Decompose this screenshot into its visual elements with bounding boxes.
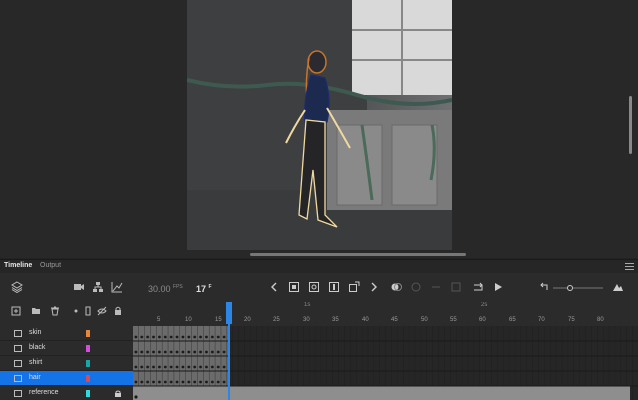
undo-zoom-icon[interactable] (538, 281, 550, 293)
stage-area[interactable] (0, 0, 638, 258)
layer-type-icon (14, 375, 22, 382)
new-folder-icon[interactable] (31, 306, 41, 316)
fps-value: 30.00 (148, 284, 171, 294)
zoom-slider[interactable] (553, 285, 603, 291)
ruler-frame-label: 70 (538, 317, 545, 323)
layers-icon[interactable] (11, 281, 23, 293)
layer-name: hair (29, 374, 41, 381)
current-frame-value: 17 (196, 284, 207, 294)
layer-type-icon (14, 330, 22, 337)
current-frame-readout[interactable]: 17 F (196, 284, 212, 294)
layer-hierarchy-icon[interactable] (92, 281, 104, 293)
layer-color-swatch[interactable] (86, 375, 90, 382)
layer-color-swatch[interactable] (86, 360, 90, 367)
layer-name: shirt (29, 359, 43, 366)
ruler-frame-label: 20 (244, 317, 251, 323)
ruler-frame-label: 60 (479, 317, 486, 323)
stage-canvas[interactable] (187, 0, 452, 250)
edit-multiple-frames-icon (451, 282, 461, 292)
insert-keyframe-icon[interactable] (288, 281, 300, 293)
current-frame-unit: F (208, 284, 212, 290)
ruler-frame-label: 55 (450, 317, 457, 323)
frame-cells[interactable] (133, 326, 638, 400)
ruler-frame-label: 45 (391, 317, 398, 323)
onion-range-icon (432, 286, 440, 288)
layer-header (0, 304, 133, 318)
frame-grid[interactable]: 1s 2s 5 10 15 20 25 30 35 40 45 50 55 60… (133, 302, 638, 400)
camera-icon[interactable] (73, 281, 85, 293)
layer-name: reference (29, 389, 59, 396)
layer-list: skin black shirt hair reference (0, 326, 133, 400)
play-icon[interactable] (492, 281, 504, 293)
ruler-frame-label: 75 (568, 317, 575, 323)
frame-ruler[interactable]: 1s 2s 5 10 15 20 25 30 35 40 45 50 55 60… (133, 302, 638, 326)
visibility-icon[interactable] (97, 306, 107, 316)
ruler-frame-label: 80 (597, 317, 604, 323)
delete-icon[interactable] (50, 306, 60, 316)
next-keyframe-icon[interactable] (368, 281, 380, 293)
ruler-frame-label: 40 (362, 317, 369, 323)
playhead-handle[interactable] (226, 302, 232, 324)
prev-keyframe-icon[interactable] (268, 281, 280, 293)
fps-readout[interactable]: 30.00 FPS (148, 284, 183, 294)
layer-color-swatch[interactable] (86, 330, 90, 337)
panel-menu-icon[interactable] (625, 261, 634, 270)
layer-color-swatch[interactable] (86, 390, 90, 397)
onion-outline-icon (411, 282, 421, 292)
reference-photo (187, 0, 452, 250)
insert-blank-keyframe-icon[interactable] (308, 281, 320, 293)
onion-skin-icon[interactable] (390, 281, 402, 293)
panel-tabs: Timeline Output (0, 260, 638, 273)
stage-vertical-scrollbar[interactable] (629, 96, 632, 154)
layer-row-black[interactable]: black (0, 341, 133, 356)
ruler-frame-label: 50 (421, 317, 428, 323)
ruler-second-label: 2s (481, 302, 488, 308)
layer-name: skin (29, 329, 42, 336)
loop-icon[interactable] (472, 281, 484, 293)
ruler-frame-label: 35 (332, 317, 339, 323)
graph-icon[interactable] (111, 281, 123, 293)
ruler-frame-label: 15 (215, 317, 222, 323)
stage-horizontal-scrollbar[interactable] (250, 253, 466, 256)
layer-row-skin[interactable]: skin (0, 326, 133, 341)
layer-type-icon (14, 345, 22, 352)
ruler-frame-label: 25 (273, 317, 280, 323)
tab-output[interactable]: Output (40, 262, 61, 269)
layer-type-icon (14, 390, 22, 397)
layer-row-hair[interactable]: hair (0, 371, 133, 386)
tab-timeline[interactable]: Timeline (4, 262, 32, 269)
ruler-second-label: 1s (304, 302, 311, 308)
timeline-panel: Timeline Output 30.00 FPS 17 F skin blac… (0, 259, 638, 400)
layer-name: black (29, 344, 46, 351)
layer-row-shirt[interactable]: shirt (0, 356, 133, 371)
new-layer-icon[interactable] (11, 306, 21, 316)
layer-row-reference[interactable]: reference (0, 386, 133, 400)
clear-keyframe-icon[interactable] (328, 281, 340, 293)
timeline-toolbar: 30.00 FPS 17 F (0, 274, 638, 302)
layer-type-icon (14, 360, 22, 367)
highlight-icon[interactable] (71, 306, 81, 316)
ruler-frame-label: 30 (303, 317, 310, 323)
lock-icon[interactable] (113, 306, 123, 316)
ruler-frame-label: 5 (157, 317, 161, 323)
ruler-frame-label: 10 (185, 317, 192, 323)
tween-icon[interactable] (348, 281, 360, 293)
zoom-in-icon[interactable] (612, 281, 624, 293)
lock-icon[interactable] (115, 390, 121, 397)
outline-icon[interactable] (83, 306, 93, 316)
ruler-frame-label: 65 (509, 317, 516, 323)
layer-color-swatch[interactable] (86, 345, 90, 352)
fps-unit: FPS (173, 284, 183, 290)
